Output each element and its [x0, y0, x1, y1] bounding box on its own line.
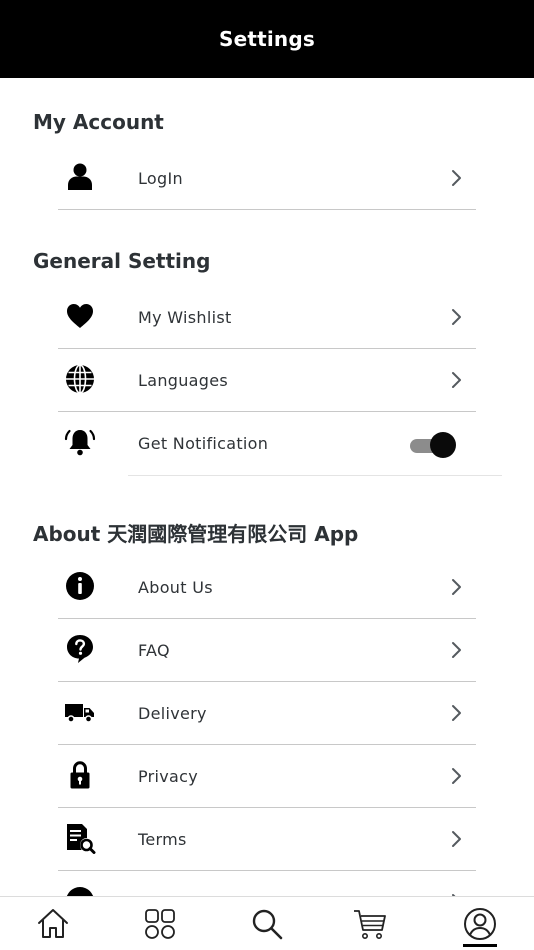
info-icon: [64, 570, 96, 602]
settings-row-label: Delivery: [138, 704, 207, 723]
tab-search[interactable]: [247, 906, 287, 946]
top-app-bar: Settings: [0, 0, 534, 78]
settings-row-my-wishlist[interactable]: My Wishlist: [58, 286, 476, 349]
divider: [128, 475, 502, 476]
settings-list[interactable]: My Account LogIn General Setting My Wish…: [0, 78, 534, 896]
heart-icon: [64, 300, 96, 332]
settings-row-label: My Wishlist: [138, 308, 232, 327]
settings-row-login[interactable]: LogIn: [58, 147, 476, 210]
settings-row-about-us[interactable]: About Us: [58, 556, 476, 619]
settings-row-terms[interactable]: Terms: [58, 808, 476, 871]
globe-icon: [64, 363, 96, 395]
settings-row-label: Terms: [138, 830, 187, 849]
chevron-right-icon: [448, 639, 466, 661]
circle-icon: [64, 885, 96, 896]
chevron-right-icon: [448, 828, 466, 850]
settings-row-label: About Us: [138, 578, 213, 597]
bell-icon: [64, 426, 96, 458]
settings-row-languages[interactable]: Languages: [58, 349, 476, 412]
settings-row-label: LogIn: [138, 169, 183, 188]
chevron-right-icon: [448, 765, 466, 787]
bottom-tab-bar: [0, 896, 534, 950]
settings-row-partial[interactable]: [58, 871, 476, 896]
settings-row-faq[interactable]: FAQ: [58, 619, 476, 682]
settings-row-privacy[interactable]: Privacy: [58, 745, 476, 808]
page-title: Settings: [218, 27, 315, 51]
user-icon: [64, 161, 96, 193]
toggle-knob: [430, 432, 456, 458]
settings-row-get-notification: Get Notification: [58, 412, 476, 475]
chevron-right-icon: [448, 702, 466, 724]
settings-row-label: FAQ: [138, 641, 170, 660]
document-search-icon: [64, 822, 96, 854]
home-icon: [38, 909, 68, 938]
settings-row-label: Privacy: [138, 767, 199, 786]
cart-icon: [354, 910, 386, 939]
lock-icon: [64, 759, 96, 791]
section-title-my-account: My Account: [33, 110, 164, 134]
truck-icon: [64, 696, 96, 728]
tab-categories[interactable]: [140, 906, 180, 946]
settings-row-label: Languages: [138, 371, 228, 390]
tab-cart[interactable]: [350, 906, 390, 946]
settings-row-label: Get Notification: [138, 434, 269, 453]
profile-icon: [464, 908, 496, 940]
search-icon: [252, 909, 283, 940]
chevron-right-icon: [448, 167, 466, 189]
notification-toggle[interactable]: [408, 432, 456, 458]
question-bubble-icon: [64, 633, 96, 665]
chevron-right-icon: [448, 306, 466, 328]
tab-profile[interactable]: [460, 906, 500, 947]
section-title-about-app: About 天潤國際管理有限公司 App: [33, 522, 359, 546]
chevron-right-icon: [448, 369, 466, 391]
chevron-right-icon: [448, 576, 466, 598]
settings-row-delivery[interactable]: Delivery: [58, 682, 476, 745]
section-title-general-setting: General Setting: [33, 249, 211, 273]
categories-grid-icon: [145, 909, 175, 939]
active-tab-indicator: [463, 944, 497, 947]
tab-home[interactable]: [33, 906, 73, 946]
